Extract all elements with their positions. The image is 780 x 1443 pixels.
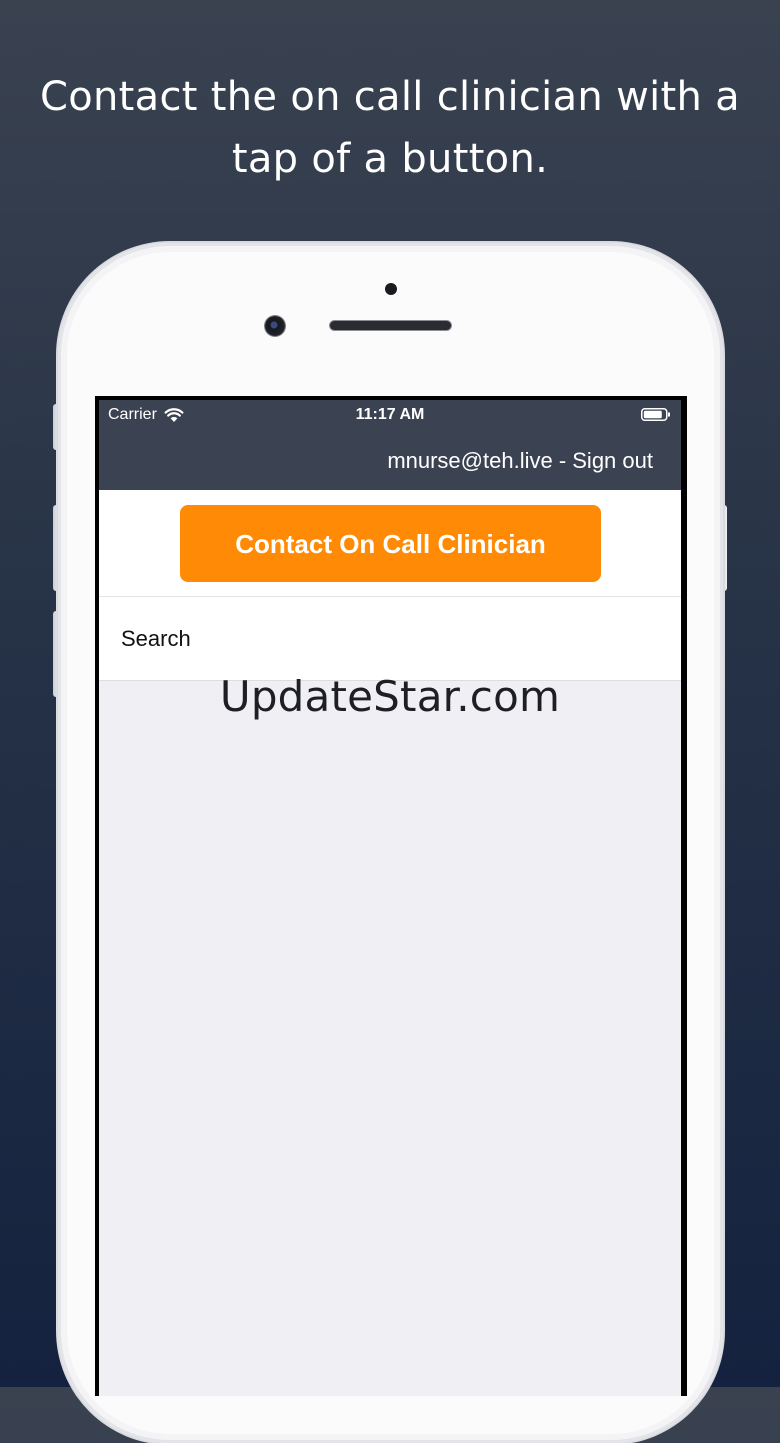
promo-headline-line-2: tap of a button. [231,136,549,182]
proximity-sensor [385,283,397,295]
promo-headline: Contact the on call clinician with a tap… [0,66,780,190]
contact-on-call-clinician-button[interactable]: Contact On Call Clinician [180,505,601,582]
contact-panel: Contact On Call Clinician [99,490,681,597]
app-view: Carrier 11:17 AM mnurse@teh.live - Sign … [99,400,681,1396]
phone-screen: Carrier 11:17 AM mnurse@teh.live - Sign … [95,396,687,1396]
search-input[interactable] [121,597,661,680]
earpiece-speaker [330,321,451,330]
battery-icon [641,408,670,421]
front-camera [265,316,285,336]
account-sign-out-link[interactable]: mnurse@teh.live - Sign out [387,448,653,474]
search-bar [99,597,681,681]
status-bar-time: 11:17 AM [355,406,425,423]
promo-headline-line-1: Contact the on call clinician with a [40,74,740,120]
navigation-bar: Carrier 11:17 AM mnurse@teh.live - Sign … [99,400,681,490]
